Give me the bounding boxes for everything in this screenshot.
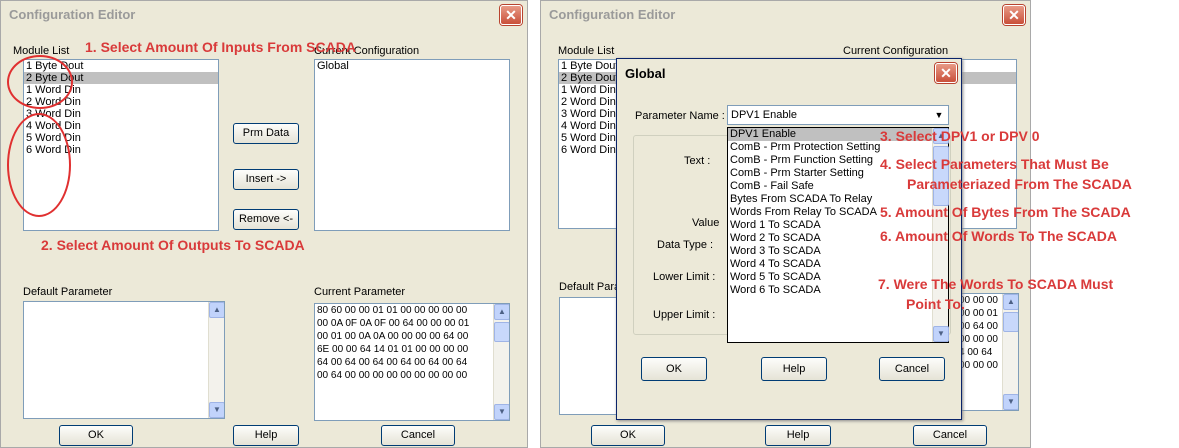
annotation-2: 2. Select Amount Of Outputs To SCADA xyxy=(41,237,305,253)
annotation-circle-outputs xyxy=(7,55,73,109)
parameter-name-combo[interactable]: DPV1 Enable ▼ xyxy=(727,105,949,125)
module-list[interactable]: 1 Byte Dout 2 Byte Dout 1 Word Din 2 Word D… xyxy=(558,59,618,229)
list-item[interactable]: 2 Word Din xyxy=(559,96,618,108)
chevron-down-icon[interactable]: ▼ xyxy=(931,107,947,123)
annotation-6: 6. Amount Of Words To The SCADA xyxy=(880,228,1117,244)
default-parameter-label: Default Parameter xyxy=(23,286,113,298)
hex-line: 00 01 00 0A 0A 00 00 00 00 64 00 xyxy=(317,331,469,342)
close-icon[interactable]: ✕ xyxy=(1003,5,1025,25)
help-button[interactable]: Help xyxy=(761,357,827,381)
close-icon[interactable]: ✕ xyxy=(500,5,522,25)
scroll-down-icon[interactable]: ▼ xyxy=(209,402,224,418)
current-parameter-box[interactable]: ▲ ▼ 80 60 00 00 01 01 00 00 00 00 00 00 0… xyxy=(314,303,510,421)
hex-line: 00 0A 0F 0A 0F 00 64 00 00 00 01 xyxy=(317,318,470,329)
help-button[interactable]: Help xyxy=(765,425,831,446)
list-item[interactable]: 4 Word Din xyxy=(559,120,618,132)
hex-line: 80 60 00 00 01 01 00 00 00 00 00 xyxy=(317,305,468,316)
hex-line: 64 00 64 00 64 00 64 00 64 00 64 xyxy=(317,357,468,368)
prm-data-button[interactable]: Prm Data xyxy=(233,123,299,144)
annotation-circle-inputs xyxy=(7,113,71,217)
cancel-button[interactable]: Cancel xyxy=(913,425,987,446)
value-label: Value xyxy=(692,217,720,229)
current-configuration-list[interactable]: Global xyxy=(314,59,510,231)
current-configuration-label: Current Configuration xyxy=(843,45,949,57)
cancel-button[interactable]: Cancel xyxy=(879,357,945,381)
annotation-3: 3. Select DPV1 or DPV 0 xyxy=(880,128,1040,144)
ok-button[interactable]: OK xyxy=(59,425,133,446)
ok-button[interactable]: OK xyxy=(641,357,707,381)
scroll-thumb[interactable] xyxy=(1003,312,1018,332)
list-item[interactable]: 1 Byte Dout xyxy=(559,60,618,72)
upper-limit-label: Upper Limit : xyxy=(653,309,716,321)
hex-line: 6E 00 00 64 14 01 01 00 00 00 00 xyxy=(317,344,469,355)
dialog-title: Global xyxy=(625,66,666,81)
annotation-5: 5. Amount Of Bytes From The SCADA xyxy=(880,204,1131,220)
hex-line: 00 64 00 00 00 00 00 00 00 00 00 xyxy=(317,370,468,381)
annotation-4-line2: Parameteriazed From The SCADA xyxy=(907,176,1132,192)
scrollbar[interactable]: ▲ ▼ xyxy=(493,304,509,420)
parameter-name-label: Parameter Name : xyxy=(635,110,725,122)
default-parameter-box[interactable]: ▲ ▼ xyxy=(23,301,225,419)
lower-limit-label: Lower Limit : xyxy=(653,271,716,283)
help-button[interactable]: Help xyxy=(233,425,299,446)
current-parameter-box[interactable]: ▲ ▼ 00 00 00 00 00 01 00 64 00 00 00 00 4 00… xyxy=(957,293,1019,411)
config-editor-window-left: Configuration Editor ✕ Module List 1 Byt… xyxy=(0,0,528,448)
default-parameter-box[interactable] xyxy=(559,297,619,415)
annotation-1: 1. Select Amount Of Inputs From SCADA xyxy=(85,39,356,55)
cancel-button[interactable]: Cancel xyxy=(381,425,455,446)
combo-value: DPV1 Enable xyxy=(731,109,798,121)
close-icon[interactable]: ✕ xyxy=(935,63,957,83)
dropdown-option[interactable]: Word 4 To SCADA xyxy=(728,258,948,271)
default-parameter-label: Default Para xyxy=(559,281,621,293)
list-item[interactable]: 6 Word Din xyxy=(559,144,618,156)
scroll-thumb[interactable] xyxy=(494,322,509,342)
dropdown-option[interactable]: Word 3 To SCADA xyxy=(728,245,948,258)
scrollbar[interactable]: ▲ ▼ xyxy=(1002,294,1018,410)
scroll-up-icon[interactable]: ▲ xyxy=(1003,294,1018,310)
scroll-up-icon[interactable]: ▲ xyxy=(209,302,224,318)
list-item[interactable]: 5 Word Din xyxy=(559,132,618,144)
annotation-7-line1: 7. Were The Words To SCADA Must xyxy=(878,276,1114,292)
scroll-down-icon[interactable]: ▼ xyxy=(494,404,509,420)
annotation-4-line1: 4. Select Parameters That Must Be xyxy=(880,156,1109,172)
list-item[interactable]: 1 Word Din xyxy=(559,84,618,96)
list-item[interactable]: 3 Word Din xyxy=(559,108,618,120)
ok-button[interactable]: OK xyxy=(591,425,665,446)
text-label: Text : xyxy=(684,155,711,167)
remove-button[interactable]: Remove <- xyxy=(233,209,299,230)
scrollbar[interactable]: ▲ ▼ xyxy=(208,302,224,418)
annotation-7-line2: Point To. xyxy=(906,296,965,312)
module-list-label: Module List xyxy=(558,45,615,57)
scroll-down-icon[interactable]: ▼ xyxy=(1003,394,1018,410)
data-type-label: Data Type : xyxy=(657,239,714,251)
list-item[interactable]: 2 Byte Dout xyxy=(559,72,618,84)
current-parameter-label: Current Parameter xyxy=(314,286,406,298)
scroll-down-icon[interactable]: ▼ xyxy=(933,326,949,342)
list-item[interactable]: Global xyxy=(315,60,509,72)
window-title: Configuration Editor xyxy=(549,7,676,22)
window-title: Configuration Editor xyxy=(9,7,136,22)
insert-button[interactable]: Insert -> xyxy=(233,169,299,190)
scroll-up-icon[interactable]: ▲ xyxy=(494,304,509,320)
